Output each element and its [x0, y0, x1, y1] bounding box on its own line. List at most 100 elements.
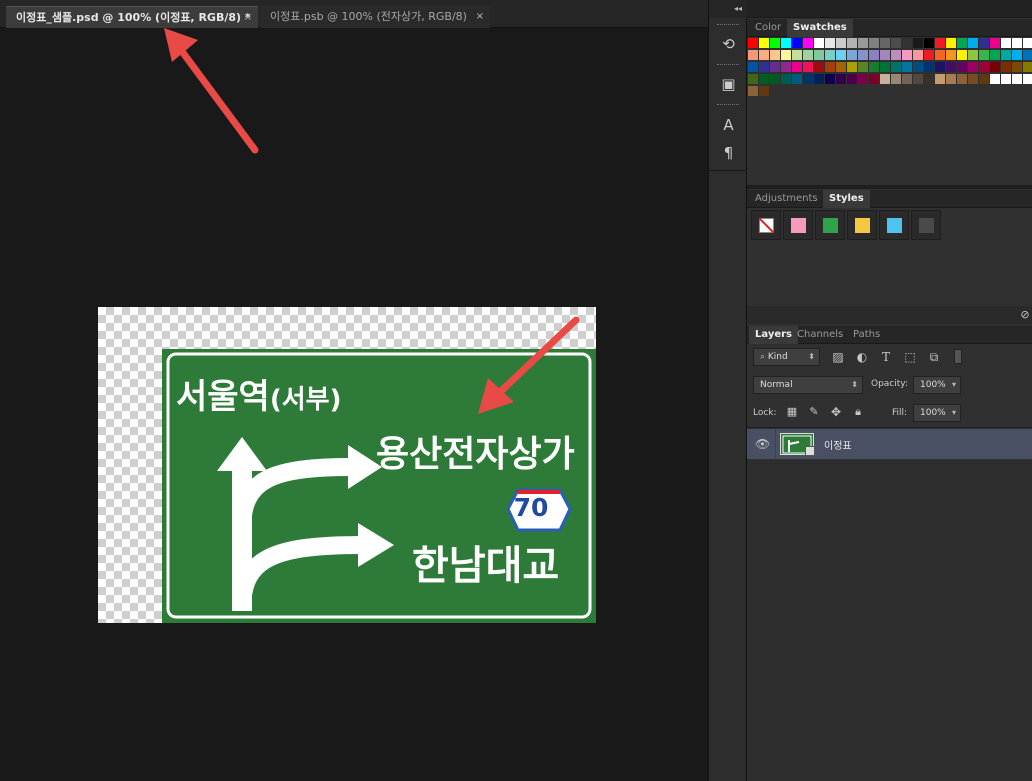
- swatch[interactable]: [792, 38, 802, 48]
- swatch[interactable]: [748, 50, 758, 60]
- swatch[interactable]: [1023, 74, 1032, 84]
- swatch[interactable]: [814, 74, 824, 84]
- swatch[interactable]: [836, 62, 846, 72]
- swatch[interactable]: [891, 50, 901, 60]
- swatch[interactable]: [858, 62, 868, 72]
- swatch[interactable]: [814, 62, 824, 72]
- tab-paths[interactable]: Paths: [847, 326, 886, 344]
- swatch[interactable]: [825, 74, 835, 84]
- swatch[interactable]: [935, 74, 945, 84]
- filter-toggle[interactable]: [954, 349, 962, 364]
- tab-sign-psb[interactable]: 이정표.psb @ 100% (전자상가, RGB/8) ×: [260, 6, 490, 28]
- layer-thumbnail[interactable]: [780, 433, 815, 456]
- opacity-input[interactable]: 100% ▾: [913, 376, 961, 394]
- swatch[interactable]: [891, 74, 901, 84]
- swatch[interactable]: [1023, 38, 1032, 48]
- swatch[interactable]: [902, 62, 912, 72]
- swatch[interactable]: [924, 38, 934, 48]
- tab-sample-psd[interactable]: 이정표_샘플.psd @ 100% (이정표, RGB/8) * ×: [6, 6, 258, 28]
- close-icon[interactable]: ×: [244, 7, 252, 28]
- swatch[interactable]: [979, 62, 989, 72]
- swatch[interactable]: [924, 74, 934, 84]
- swatch[interactable]: [748, 74, 758, 84]
- swatch[interactable]: [902, 74, 912, 84]
- layer-filter-select[interactable]: ⌕ Kind ⬍: [753, 348, 820, 366]
- swatch[interactable]: [748, 38, 758, 48]
- swatch[interactable]: [902, 50, 912, 60]
- swatch[interactable]: [935, 50, 945, 60]
- swatch[interactable]: [891, 38, 901, 48]
- swatch[interactable]: [946, 62, 956, 72]
- tab-channels[interactable]: Channels: [791, 326, 849, 344]
- swatch[interactable]: [847, 50, 857, 60]
- swatch[interactable]: [869, 62, 879, 72]
- swatch[interactable]: [913, 74, 923, 84]
- panel-grip[interactable]: [717, 24, 739, 27]
- swatch[interactable]: [770, 74, 780, 84]
- swatch[interactable]: [979, 50, 989, 60]
- swatch[interactable]: [1012, 50, 1022, 60]
- swatch[interactable]: [946, 50, 956, 60]
- swatch[interactable]: [792, 50, 802, 60]
- swatch[interactable]: [803, 38, 813, 48]
- swatch[interactable]: [913, 50, 923, 60]
- swatch[interactable]: [869, 74, 879, 84]
- swatch[interactable]: [990, 38, 1000, 48]
- swatch[interactable]: [1001, 50, 1011, 60]
- filter-adjustment-icon[interactable]: ◐: [855, 350, 869, 364]
- filter-smart-object-icon[interactable]: ⧉: [927, 350, 941, 364]
- swatch[interactable]: [814, 38, 824, 48]
- paragraph-icon[interactable]: ¶: [715, 141, 742, 165]
- swatch[interactable]: [990, 62, 1000, 72]
- swatch[interactable]: [770, 50, 780, 60]
- swatch[interactable]: [781, 38, 791, 48]
- swatch[interactable]: [1001, 38, 1011, 48]
- tab-styles[interactable]: Styles: [823, 190, 870, 208]
- swatch[interactable]: [1012, 62, 1022, 72]
- swatch[interactable]: [1012, 74, 1022, 84]
- swatch[interactable]: [979, 38, 989, 48]
- collapse-panels-button[interactable]: ◂◂: [709, 0, 748, 18]
- swatch[interactable]: [759, 86, 769, 96]
- swatch[interactable]: [1001, 62, 1011, 72]
- swatch[interactable]: [792, 74, 802, 84]
- swatch[interactable]: [869, 38, 879, 48]
- swatch[interactable]: [1023, 50, 1032, 60]
- swatch[interactable]: [957, 50, 967, 60]
- lock-brush-icon[interactable]: ✎: [807, 405, 821, 419]
- filter-type-icon[interactable]: T: [879, 350, 893, 364]
- swatch[interactable]: [847, 38, 857, 48]
- panel-grip[interactable]: [717, 64, 739, 67]
- style-none[interactable]: [751, 210, 781, 240]
- swatch[interactable]: [759, 50, 769, 60]
- swatch[interactable]: [803, 50, 813, 60]
- swatch[interactable]: [880, 50, 890, 60]
- swatch[interactable]: [946, 74, 956, 84]
- swatch[interactable]: [759, 62, 769, 72]
- swatch[interactable]: [748, 86, 758, 96]
- swatch[interactable]: [990, 74, 1000, 84]
- style-tile[interactable]: [879, 210, 909, 240]
- lock-transparent-icon[interactable]: ▦: [785, 405, 799, 419]
- swatch[interactable]: [770, 38, 780, 48]
- swatch[interactable]: [1001, 74, 1011, 84]
- layer-row-sign[interactable]: 👁︎ 이정표: [747, 429, 1032, 459]
- history-icon[interactable]: ⟲: [715, 32, 742, 56]
- tab-color[interactable]: Color: [749, 19, 787, 37]
- swatch[interactable]: [836, 38, 846, 48]
- swatch[interactable]: [880, 38, 890, 48]
- swatch[interactable]: [913, 62, 923, 72]
- fill-input[interactable]: 100% ▾: [913, 404, 961, 422]
- swatch[interactable]: [869, 50, 879, 60]
- swatch[interactable]: [924, 62, 934, 72]
- swatch[interactable]: [891, 62, 901, 72]
- swatch[interactable]: [1023, 62, 1032, 72]
- swatch[interactable]: [957, 38, 967, 48]
- swatch[interactable]: [803, 74, 813, 84]
- swatch[interactable]: [924, 50, 934, 60]
- 3d-cube-icon[interactable]: ▣: [715, 72, 742, 96]
- swatch[interactable]: [759, 38, 769, 48]
- swatch[interactable]: [759, 74, 769, 84]
- lock-all-icon[interactable]: 🔒︎: [851, 405, 865, 419]
- style-tile[interactable]: [911, 210, 941, 240]
